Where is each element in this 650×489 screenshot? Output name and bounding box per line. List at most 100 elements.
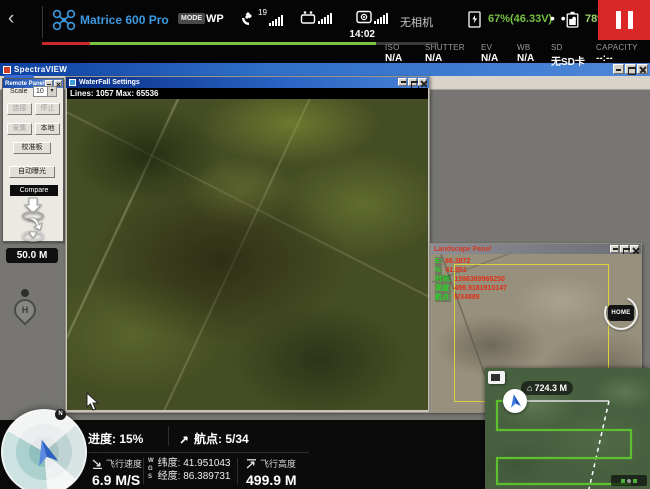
altitude-title: 飞行高度 — [260, 457, 296, 470]
param-value: N/A — [425, 53, 465, 64]
telemetry-value: 41.951 — [445, 266, 466, 275]
map-scale-badge — [611, 475, 647, 486]
waterfall-app-icon — [69, 79, 76, 86]
connect-button[interactable]: 连接 — [7, 103, 32, 115]
camera-transmission-icon — [356, 10, 372, 24]
local-button[interactable]: 本地 — [35, 123, 60, 135]
param-label: SD — [551, 43, 585, 52]
camera-param-sd: SD 无SD卡 — [551, 43, 585, 68]
telemetry-label: 时间: — [435, 275, 451, 284]
speed-value: 6.9 M/S — [92, 472, 142, 488]
home-distance-badge: ⌂ 724.3 M — [521, 381, 573, 395]
mission-time: 14:02 — [300, 29, 375, 40]
telemetry-value: 499.9181910147 — [454, 284, 507, 293]
waypoint-icon — [180, 434, 190, 444]
home-button-label: HOME — [608, 305, 634, 321]
calibration-board-button[interactable]: 校准板 — [13, 142, 51, 154]
minimap[interactable]: ⌂ 724.3 M — [485, 368, 650, 489]
param-value: --:-- — [596, 53, 638, 64]
compass-north-marker: N — [55, 409, 66, 420]
waterfall-title: WaterFall Settings — [79, 79, 140, 86]
drone-name[interactable]: Matrice 600 Pro — [80, 13, 169, 27]
maximize-icon[interactable] — [408, 78, 417, 86]
telemetry-value: 5/34889 — [454, 293, 479, 302]
telemetry-label: E: — [435, 257, 442, 266]
waterfall-image[interactable] — [67, 99, 428, 410]
minimize-icon[interactable] — [613, 64, 624, 74]
home-pin-label: H — [16, 301, 34, 319]
speed-icon — [92, 459, 103, 469]
return-home-icon[interactable] — [19, 215, 47, 248]
telemetry-label: N: — [435, 266, 442, 275]
home-distance: 724.3 M — [534, 383, 567, 393]
stop-button[interactable]: 停止 — [35, 103, 60, 115]
telemetry-value: 1596369966250 — [454, 275, 505, 284]
hd-signal-bars — [374, 13, 388, 24]
scale-value: 10 — [34, 88, 47, 95]
param-value: N/A — [517, 53, 534, 64]
compass[interactable]: N — [1, 409, 87, 489]
screen: SpectraVIEW 文件 主页 设备控制 采集控制 分析工具 Remote … — [0, 0, 650, 489]
waypoint-label: 航点: 5/34 — [194, 430, 249, 447]
close-icon[interactable] — [630, 245, 639, 253]
divider — [84, 452, 309, 453]
landscape-telemetry: E:86.3872 N:41.951 时间:1596369966250 高度:4… — [435, 257, 507, 302]
param-label: WB — [517, 43, 534, 52]
gps-signal-bars — [269, 15, 283, 26]
flight-altitude-group: 飞行高度 499.9 M — [246, 457, 297, 488]
camera-status: 无相机 — [400, 14, 433, 30]
flight-mode[interactable]: WP — [206, 13, 224, 25]
home-pin-dot — [21, 289, 29, 297]
close-icon[interactable] — [637, 64, 648, 74]
latitude: 纬度: 41.951043 — [158, 457, 231, 470]
mode-badge: MODE — [178, 13, 205, 24]
camera-param-shutter: SHUTTER N/A — [425, 43, 465, 64]
altitude-value: 499.9 M — [246, 472, 297, 488]
scale-select[interactable]: 10 ▾ — [33, 86, 57, 97]
rc-status[interactable] — [300, 10, 332, 24]
minimize-icon[interactable] — [398, 78, 407, 86]
telemetry-label: 航点: — [435, 293, 451, 302]
remote-panel-window: Remote Panel Scale 10 ▾ 连接 停止 采集 本地 校准板 … — [2, 78, 64, 242]
spectraview-title: SpectraVIEW — [14, 65, 67, 74]
more-menu-button[interactable]: • • • — [550, 10, 577, 26]
battery-main-percent[interactable]: 67%(46.33V) — [488, 13, 552, 25]
divider — [42, 6, 43, 38]
maximize-icon[interactable] — [625, 64, 636, 74]
scale-label: Scale — [10, 88, 28, 95]
minimize-icon[interactable] — [610, 245, 619, 253]
progress-segment-green — [90, 42, 376, 45]
rc-signal-bars — [318, 13, 332, 24]
back-button[interactable]: ‹ — [8, 7, 14, 31]
close-icon[interactable] — [418, 78, 427, 86]
maximize-icon[interactable] — [620, 245, 629, 253]
hd-status[interactable] — [356, 10, 388, 24]
param-value: N/A — [385, 53, 402, 64]
waterfall-titlebar[interactable]: WaterFall Settings — [66, 77, 429, 88]
pause-mission-button[interactable] — [598, 0, 650, 40]
altitude-badge: 50.0 M — [6, 248, 58, 263]
gps-status[interactable]: 19 — [240, 10, 283, 26]
longitude: 经度: 86.389731 — [158, 470, 231, 483]
battery-doc-icon[interactable] — [468, 11, 482, 28]
param-label: ISO — [385, 43, 402, 52]
compass-arrow-icon — [29, 434, 64, 475]
param-label: SHUTTER — [425, 43, 465, 52]
divider — [168, 426, 169, 446]
chevron-down-icon: ▾ — [47, 87, 56, 96]
divider — [143, 458, 144, 484]
drone-icon — [52, 9, 76, 36]
spectraview-app-icon — [3, 66, 11, 74]
landscape-titlebar[interactable]: Landscape Panel — [431, 244, 641, 254]
capture-button[interactable]: 采集 — [7, 123, 32, 135]
auto-exposure-button[interactable]: 自动曝光 — [9, 166, 55, 178]
param-label: EV — [481, 43, 498, 52]
drone-position-marker — [503, 389, 527, 413]
map-view-toggle-icon[interactable] — [488, 371, 505, 384]
landscape-title: Landscape Panel — [434, 246, 491, 253]
remote-controller-icon — [300, 10, 316, 24]
speed-title: 飞行速度 — [106, 457, 142, 470]
home-button[interactable]: HOME — [604, 296, 638, 330]
altitude-icon — [246, 459, 257, 469]
waterfall-info: Lines: 1057 Max: 65536 — [67, 88, 428, 99]
